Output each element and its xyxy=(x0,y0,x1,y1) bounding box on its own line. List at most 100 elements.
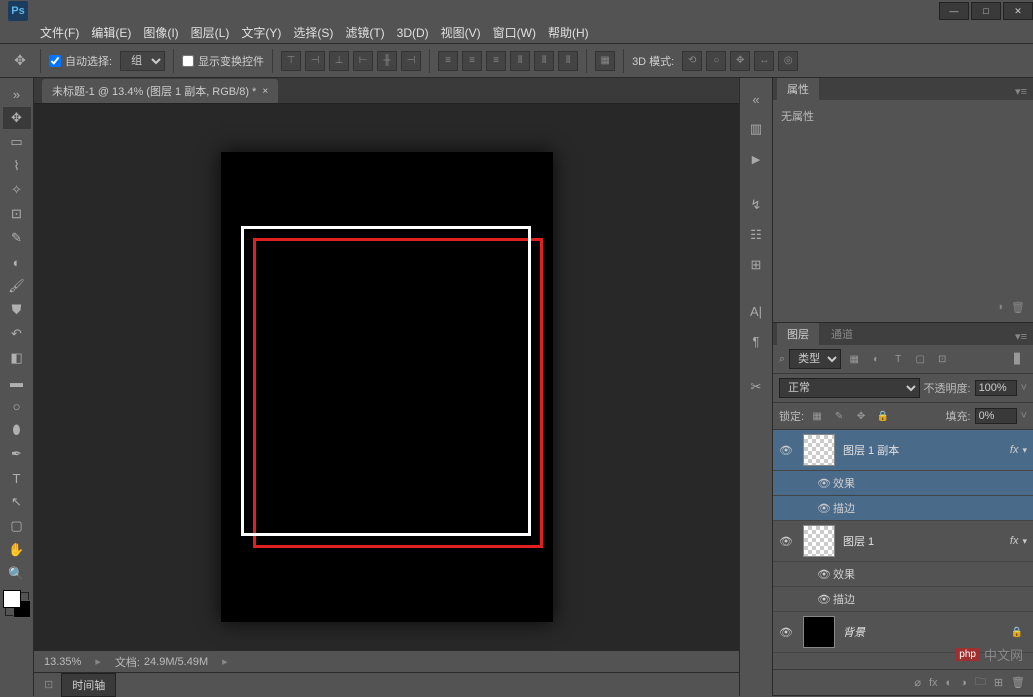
orbit-3d-icon[interactable]: ⟲ xyxy=(682,51,702,71)
new-layer-icon[interactable]: ⊞ xyxy=(994,676,1003,689)
visibility-icon[interactable]: 👁 xyxy=(779,535,795,548)
filter-smart-icon[interactable]: ⊡ xyxy=(933,350,951,368)
layer-thumbnail[interactable] xyxy=(803,525,835,557)
auto-select-option[interactable]: 自动选择: xyxy=(49,53,112,69)
menu-file[interactable]: 文件(F) xyxy=(40,24,79,41)
zoom-tool[interactable]: 🔍 xyxy=(3,563,31,585)
fx-badge[interactable]: fx xyxy=(1010,444,1019,456)
layers-tab[interactable]: 图层 xyxy=(777,323,819,345)
layer-row[interactable]: 👁 图层 1 副本 fx ▾ xyxy=(773,430,1033,471)
timeline-tab[interactable]: 时间轴 xyxy=(61,673,116,697)
clip-mask-icon[interactable]: ◑ xyxy=(996,301,1003,314)
visibility-icon[interactable]: 👁 xyxy=(817,502,833,515)
path-select-tool[interactable]: ↖ xyxy=(3,491,31,513)
group-icon[interactable]: 🗀 xyxy=(975,673,986,692)
align-vcenter-icon[interactable]: ⊣ xyxy=(305,51,325,71)
align-right-icon[interactable]: ⊣ xyxy=(401,51,421,71)
crop-tool[interactable]: ⊡ xyxy=(3,203,31,225)
panel-menu-icon[interactable]: ▾≡ xyxy=(1009,328,1033,345)
doc-info[interactable]: 文档: 24.9M/5.49M xyxy=(115,654,208,670)
layer-style-icon[interactable]: fx xyxy=(929,677,938,689)
channels-tab[interactable]: 通道 xyxy=(821,323,863,345)
pan-3d-icon[interactable]: ✥ xyxy=(730,51,750,71)
lock-all-icon[interactable]: 🔒 xyxy=(874,407,892,425)
panel-menu-icon[interactable]: ▾≡ xyxy=(1009,83,1033,100)
align-hcenter-icon[interactable]: ╫ xyxy=(377,51,397,71)
layer-thumbnail[interactable] xyxy=(803,616,835,648)
opacity-input[interactable] xyxy=(975,380,1017,396)
brushes-panel-icon[interactable]: ↯ xyxy=(743,192,769,218)
marquee-tool[interactable]: ▭ xyxy=(3,131,31,153)
layer-row[interactable]: 👁 图层 1 fx ▾ xyxy=(773,521,1033,562)
actions-panel-icon[interactable]: ▶ xyxy=(743,146,769,172)
menu-select[interactable]: 选择(S) xyxy=(293,24,333,41)
collapse-panels-icon[interactable]: « xyxy=(743,86,769,112)
pen-tool[interactable]: ✒ xyxy=(3,443,31,465)
type-tool[interactable]: T xyxy=(3,467,31,489)
visibility-icon[interactable]: 👁 xyxy=(779,444,795,457)
menu-help[interactable]: 帮助(H) xyxy=(548,24,589,41)
blend-mode-select[interactable]: 正常 xyxy=(779,378,920,398)
timeline-toggle-icon[interactable]: ⊡ xyxy=(44,678,53,691)
link-layers-icon[interactable]: ⌀ xyxy=(914,676,921,689)
visibility-icon[interactable]: 👁 xyxy=(817,568,833,581)
distribute-right-icon[interactable]: ⦀ xyxy=(558,51,578,71)
layer-name[interactable]: 背景 xyxy=(843,624,1011,640)
clone-panel-icon[interactable]: ⊞ xyxy=(743,252,769,278)
distribute-bottom-icon[interactable]: ≡ xyxy=(486,51,506,71)
eyedropper-tool[interactable]: ✎ xyxy=(3,227,31,249)
layer-effect-row[interactable]: 👁 描边 xyxy=(773,496,1033,521)
move-tool[interactable]: ✥ xyxy=(3,107,31,129)
auto-align-icon[interactable]: ▦ xyxy=(595,51,615,71)
layer-name[interactable]: 图层 1 xyxy=(843,533,1010,549)
layer-effect-row[interactable]: 👁 描边 xyxy=(773,587,1033,612)
distribute-vcenter-icon[interactable]: ≡ xyxy=(462,51,482,71)
lock-image-icon[interactable]: ✎ xyxy=(830,407,848,425)
layer-mask-icon[interactable]: ◐ xyxy=(946,677,953,689)
filter-toggle-icon[interactable]: ▊ xyxy=(1009,350,1027,368)
adjustment-layer-icon[interactable]: ◑ xyxy=(960,677,967,689)
close-button[interactable]: ✕ xyxy=(1003,2,1033,20)
zoom-arrow-icon[interactable]: ▸ xyxy=(95,655,101,668)
shape-tool[interactable]: ▢ xyxy=(3,515,31,537)
tool-presets-panel-icon[interactable]: ✂ xyxy=(743,374,769,400)
healing-brush-tool[interactable]: ◐ xyxy=(3,251,31,273)
zoom-level[interactable]: 13.35% xyxy=(44,656,81,668)
expand-toolbox-icon[interactable]: » xyxy=(3,83,31,105)
delete-layer-icon[interactable]: 🗑 xyxy=(1011,676,1025,689)
delete-adjustment-icon[interactable]: 🗑 xyxy=(1011,301,1025,314)
properties-tab[interactable]: 属性 xyxy=(777,78,819,100)
visibility-icon[interactable]: 👁 xyxy=(817,477,833,490)
color-swatches[interactable] xyxy=(5,592,29,616)
distribute-top-icon[interactable]: ≡ xyxy=(438,51,458,71)
canvas[interactable] xyxy=(221,152,553,622)
history-brush-tool[interactable]: ↶ xyxy=(3,323,31,345)
document-tab[interactable]: 未标题-1 @ 13.4% (图层 1 副本, RGB/8) * × xyxy=(42,79,278,103)
filter-type-icon[interactable]: T xyxy=(889,350,907,368)
roll-3d-icon[interactable]: ○ xyxy=(706,51,726,71)
filter-pixel-icon[interactable]: ▦ xyxy=(845,350,863,368)
character-panel-icon[interactable]: A| xyxy=(743,298,769,324)
magic-wand-tool[interactable]: ✧ xyxy=(3,179,31,201)
fx-badge[interactable]: fx xyxy=(1010,535,1019,547)
dodge-tool[interactable]: ⬮ xyxy=(3,419,31,441)
visibility-icon[interactable]: 👁 xyxy=(779,626,795,639)
distribute-hcenter-icon[interactable]: ⦀ xyxy=(534,51,554,71)
fill-input[interactable] xyxy=(975,408,1017,424)
lasso-tool[interactable]: ⌇ xyxy=(3,155,31,177)
brush-presets-panel-icon[interactable]: ☷ xyxy=(743,222,769,248)
filter-adjust-icon[interactable]: ◐ xyxy=(867,350,885,368)
history-panel-icon[interactable]: ▥ xyxy=(743,116,769,142)
zoom-3d-icon[interactable]: ◎ xyxy=(778,51,798,71)
align-top-icon[interactable]: ⊤ xyxy=(281,51,301,71)
align-left-icon[interactable]: ⊢ xyxy=(353,51,373,71)
blur-tool[interactable]: ○ xyxy=(3,395,31,417)
filter-search-icon[interactable]: ⌕ xyxy=(779,353,785,366)
filter-shape-icon[interactable]: ▢ xyxy=(911,350,929,368)
show-transform-checkbox[interactable] xyxy=(182,55,194,67)
close-tab-icon[interactable]: × xyxy=(262,86,268,97)
maximize-button[interactable]: □ xyxy=(971,2,1001,20)
doc-info-arrow-icon[interactable]: ▸ xyxy=(222,655,228,668)
menu-filter[interactable]: 滤镜(T) xyxy=(345,24,384,41)
visibility-icon[interactable]: 👁 xyxy=(817,593,833,606)
